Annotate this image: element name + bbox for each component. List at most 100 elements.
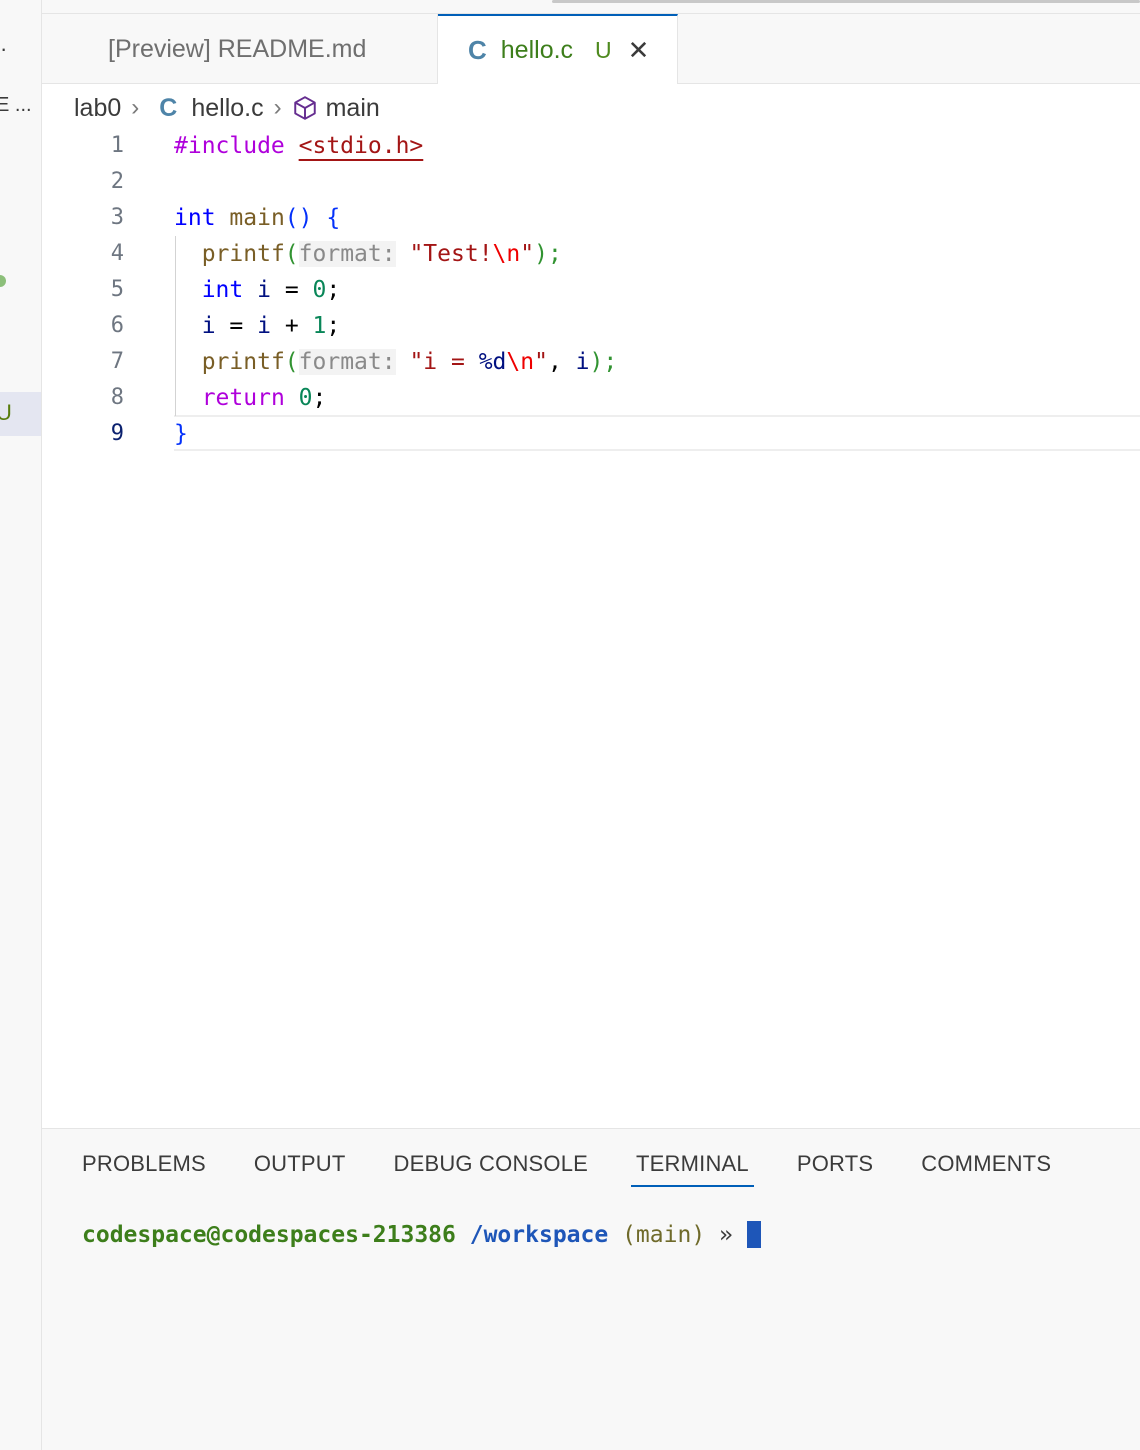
bottom-panel: PROBLEMS OUTPUT DEBUG CONSOLE TERMINAL P… [42, 1128, 1140, 1450]
symbol-method-icon [293, 96, 316, 120]
token-escape: \n [492, 241, 521, 267]
token-operator: + [270, 313, 313, 339]
token-punct: ); [534, 241, 562, 267]
tab-debug-console[interactable]: DEBUG CONSOLE [394, 1151, 589, 1191]
token-brace: } [174, 421, 188, 447]
tab-problems[interactable]: PROBLEMS [82, 1151, 206, 1191]
chevron-right-icon: › [131, 94, 140, 121]
token-function: printf [201, 349, 285, 375]
line-number: 4 [110, 241, 124, 266]
token-paren: () [284, 205, 313, 231]
sidebar-selected-item[interactable]: U [0, 392, 41, 436]
token-paren: ( [284, 241, 299, 267]
tab-label: hello.c [500, 36, 574, 64]
tab-comments[interactable]: COMMENTS [921, 1151, 1051, 1191]
line-number: 3 [110, 205, 124, 230]
prompt-path: /workspace [469, 1221, 609, 1248]
line-number: 2 [110, 169, 124, 194]
token-number: 0 [298, 385, 313, 411]
tab-ports[interactable]: PORTS [797, 1151, 873, 1191]
token-escape: \n [506, 349, 535, 375]
horizontal-scrollbar[interactable] [552, 0, 1140, 3]
token-include-path[interactable]: <stdio.h> [299, 133, 424, 159]
tab-hello-c[interactable]: C hello.c U ✕ [438, 14, 678, 85]
breadcrumb-symbol[interactable]: main [326, 94, 380, 123]
sidebar-more-fragment[interactable]: E ... [0, 94, 32, 117]
token-variable: i [257, 277, 271, 303]
token-brace: { [326, 205, 341, 231]
token-keyword: int [174, 205, 216, 231]
line-number: 7 [110, 349, 124, 374]
code-line[interactable]: #include <stdio.h> [174, 128, 423, 164]
c-file-icon: C [468, 35, 487, 65]
chevron-right-icon: › [273, 94, 282, 121]
token-format-spec: %d [478, 349, 507, 375]
inlay-hint: format: [298, 241, 396, 267]
line-number: 6 [110, 313, 124, 338]
token-keyword: int [201, 277, 244, 303]
panel-tabs: PROBLEMS OUTPUT DEBUG CONSOLE TERMINAL P… [82, 1151, 1099, 1191]
terminal-prompt[interactable]: codespace@codespaces-213386 /workspace (… [82, 1221, 761, 1248]
inlay-hint: format: [298, 349, 396, 375]
token-operator: = [270, 277, 313, 303]
close-icon[interactable]: ✕ [628, 35, 650, 66]
token-punct: ; [326, 313, 341, 339]
line-number-active: 9 [110, 421, 124, 446]
status-dot [0, 275, 6, 287]
code-line[interactable]: printf(format: "Test!\n"); [174, 236, 562, 272]
token-variable: i [575, 349, 590, 375]
tab-readme-preview[interactable]: [Preview] README.md [42, 14, 438, 84]
tab-output[interactable]: OUTPUT [254, 1151, 346, 1191]
token-variable: i [201, 313, 216, 339]
token-string: "i = [409, 349, 479, 375]
top-edge [42, 0, 1140, 14]
tab-label: [Preview] README.md [108, 34, 367, 63]
token-string: " [534, 349, 548, 375]
token-operator: = [215, 313, 258, 339]
breadcrumb-file[interactable]: hello.c [191, 94, 263, 123]
code-line[interactable]: printf(format: "i = %d\n", i); [174, 344, 617, 380]
untracked-badge: U [595, 37, 612, 63]
prompt-branch: (main) [622, 1221, 706, 1248]
prompt-user-host: codespace@codespaces-213386 [82, 1221, 456, 1248]
line-number: 1 [110, 133, 124, 158]
line-number: 8 [110, 385, 124, 410]
sidebar: · E ... U [0, 0, 42, 1450]
token-punct: ); [589, 349, 618, 375]
code-line[interactable]: int main() { [174, 200, 340, 236]
code-line[interactable]: i = i + 1; [174, 308, 341, 344]
token-paren: ( [284, 349, 299, 375]
sidebar-fragment: · [0, 36, 8, 61]
c-file-icon: C [159, 93, 178, 122]
token-punct: ; [312, 385, 327, 411]
editor-tabs: [Preview] README.md C hello.c U ✕ [42, 14, 1140, 85]
code-editor[interactable]: lab0 › C hello.c › main 1 2 3 4 5 6 7 8 … [42, 84, 1140, 1128]
code-line[interactable]: int i = 0; [174, 272, 341, 308]
breadcrumb-folder[interactable]: lab0 [74, 94, 121, 123]
breadcrumb: lab0 › C hello.c › main [74, 92, 380, 124]
token-variable: i [257, 313, 271, 339]
token-function: main [229, 205, 285, 231]
token-string: "Test! [409, 241, 493, 267]
token-function: printf [201, 241, 285, 267]
token-number: 0 [312, 277, 327, 303]
terminal-cursor [746, 1221, 761, 1248]
token-punct: ; [326, 277, 341, 303]
tab-terminal[interactable]: TERMINAL [631, 1151, 754, 1191]
code-line-active[interactable]: } [174, 416, 188, 452]
code-line[interactable]: return 0; [174, 380, 327, 416]
token-punct: , [547, 349, 576, 375]
current-line-highlight [174, 415, 1140, 451]
